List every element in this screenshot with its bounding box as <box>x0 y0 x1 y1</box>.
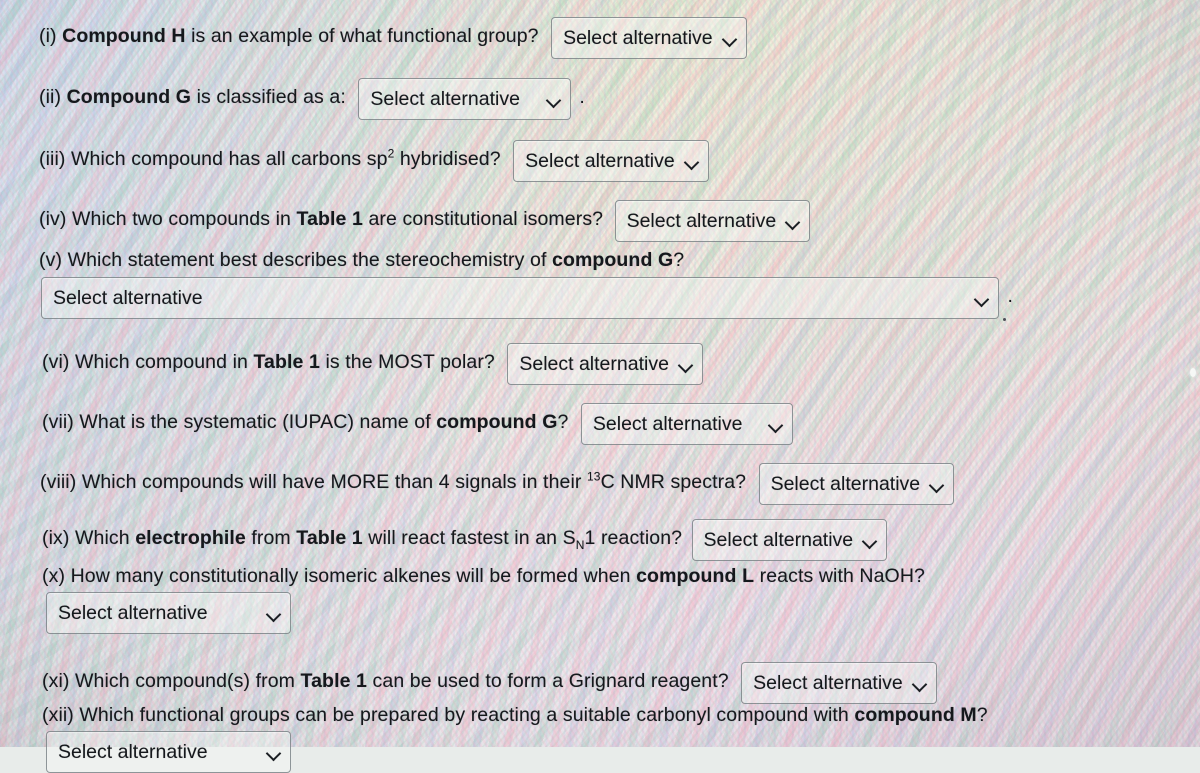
select-viii[interactable]: Select alternative <box>758 463 955 505</box>
chevron-down-icon <box>912 676 927 691</box>
question-text-iii: (iii) Which compound has all carbons sp2… <box>39 146 501 171</box>
trailing-period-ii: . <box>579 86 585 109</box>
question-row-vii: (vii) What is the systematic (IUPAC) nam… <box>42 403 794 445</box>
question-row-x: (x) How many constitutionally isomeric a… <box>42 565 925 588</box>
question-text-vii: (vii) What is the systematic (IUPAC) nam… <box>42 411 569 434</box>
chevron-down-icon <box>974 291 989 306</box>
chevron-down-icon <box>722 31 737 46</box>
chevron-down-icon <box>684 154 699 169</box>
select-ii-value: Select alternative <box>370 87 520 110</box>
select-ix-value: Select alternative <box>703 528 854 551</box>
question-text-x: (x) How many constitutionally isomeric a… <box>42 565 925 587</box>
question-row-i: (i) Compound H is an example of what fun… <box>39 17 747 59</box>
question-row-ii: (ii) Compound G is classified as a: Sele… <box>39 78 585 120</box>
select-xii[interactable]: Select alternative <box>46 731 291 773</box>
question-row-xii-control: Select alternative <box>46 731 291 773</box>
select-x[interactable]: Select alternative <box>46 592 291 634</box>
select-iii-value: Select alternative <box>525 149 675 172</box>
question-row-xi: (xi) Which compound(s) from Table 1 can … <box>42 662 937 704</box>
question-text-v: (v) Which statement best describes the s… <box>39 249 685 271</box>
chevron-down-icon <box>768 417 783 432</box>
question-text-ii: (ii) Compound G is classified as a: <box>39 86 346 109</box>
question-row-v-control: Select alternative . <box>41 277 1013 319</box>
question-row-v: (v) Which statement best describes the s… <box>39 249 684 272</box>
select-xi[interactable]: Select alternative <box>741 662 937 704</box>
question-row-iii: (iii) Which compound has all carbons sp2… <box>39 140 709 182</box>
question-text-vi: (vi) Which compound in Table 1 is the MO… <box>42 351 495 374</box>
select-iv[interactable]: Select alternative <box>614 200 811 242</box>
chevron-down-icon <box>546 92 561 107</box>
select-vi-value: Select alternative <box>519 352 669 375</box>
select-v-value: Select alternative <box>53 286 203 309</box>
select-i-value: Select alternative <box>563 26 713 49</box>
trailing-period-v: . <box>1007 285 1013 308</box>
select-xii-value: Select alternative <box>58 740 208 763</box>
select-viii-value: Select alternative <box>770 472 921 495</box>
question-text-viii: (viii) Which compounds will have MORE th… <box>40 469 747 494</box>
question-text-xi: (xi) Which compound(s) from Table 1 can … <box>42 670 729 693</box>
chevron-down-icon <box>929 477 944 492</box>
select-vi[interactable]: Select alternative <box>507 343 703 385</box>
select-iii[interactable]: Select alternative <box>513 140 709 182</box>
select-vii[interactable]: Select alternative <box>580 403 794 445</box>
question-row-vi: (vi) Which compound in Table 1 is the MO… <box>42 343 703 385</box>
question-row-ix: (ix) Which electrophile from Table 1 wil… <box>42 519 888 561</box>
select-ii[interactable]: Select alternative <box>358 78 571 120</box>
question-text-xii: (xii) Which functional groups can be pre… <box>42 704 988 726</box>
chevron-down-icon <box>678 357 693 372</box>
question-text-i: (i) Compound H is an example of what fun… <box>39 25 539 48</box>
select-vii-value: Select alternative <box>592 412 743 435</box>
select-i[interactable]: Select alternative <box>551 17 747 59</box>
question-row-x-control: Select alternative <box>46 592 291 634</box>
select-v[interactable]: Select alternative <box>41 277 999 319</box>
question-row-iv: (iv) Which two compounds in Table 1 are … <box>39 200 811 242</box>
select-iv-value: Select alternative <box>626 209 777 232</box>
select-x-value: Select alternative <box>58 601 208 624</box>
select-xi-value: Select alternative <box>753 671 903 694</box>
chevron-down-icon <box>266 606 281 621</box>
question-list: (i) Compound H is an example of what fun… <box>0 0 1200 773</box>
question-text-ix: (ix) Which electrophile from Table 1 wil… <box>42 527 683 553</box>
chevron-down-icon <box>785 214 800 229</box>
chevron-down-icon <box>862 533 877 548</box>
question-row-xii: (xii) Which functional groups can be pre… <box>42 704 988 727</box>
question-text-iv: (iv) Which two compounds in Table 1 are … <box>39 208 604 231</box>
question-row-viii: (viii) Which compounds will have MORE th… <box>40 463 955 505</box>
select-ix[interactable]: Select alternative <box>691 519 888 561</box>
